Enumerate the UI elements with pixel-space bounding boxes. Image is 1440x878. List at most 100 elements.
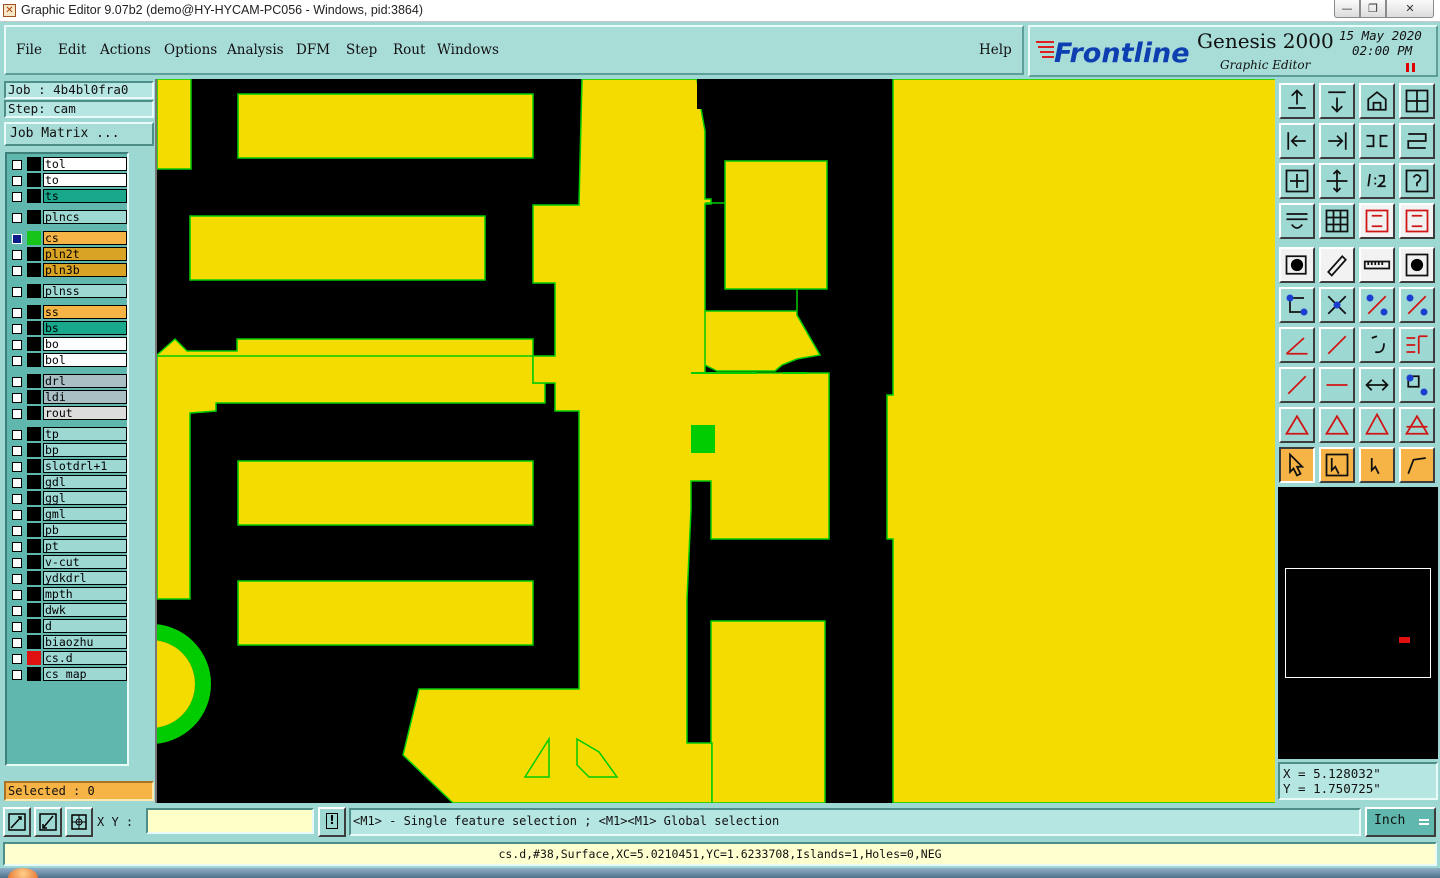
tools-button[interactable] bbox=[1279, 203, 1315, 239]
message-button[interactable]: ! bbox=[318, 807, 346, 837]
layer-color-swatch[interactable] bbox=[27, 427, 41, 441]
layer-color-swatch[interactable] bbox=[27, 189, 41, 203]
layer-visibility-checkbox[interactable] bbox=[12, 308, 22, 318]
swap-button[interactable] bbox=[1399, 123, 1435, 159]
layer-color-swatch[interactable] bbox=[27, 353, 41, 367]
grid-toggle-button[interactable] bbox=[65, 807, 93, 837]
layer-name[interactable]: ydkdrl bbox=[43, 571, 127, 585]
layer-row[interactable]: tol bbox=[9, 157, 127, 172]
layer-color-swatch[interactable] bbox=[27, 491, 41, 505]
layer-row[interactable]: cs.d bbox=[9, 651, 127, 666]
layer-name[interactable]: plncs bbox=[43, 210, 127, 224]
layer-row[interactable]: ldi bbox=[9, 390, 127, 405]
layer-name[interactable]: ldi bbox=[43, 390, 127, 404]
layer-name[interactable]: dwk bbox=[43, 603, 127, 617]
layer-color-swatch[interactable] bbox=[27, 321, 41, 335]
minimize-button[interactable]: — bbox=[1334, 0, 1360, 18]
layer-color-swatch[interactable] bbox=[27, 443, 41, 457]
layer-name[interactable]: gml bbox=[43, 507, 127, 521]
zoom-in-right-button[interactable] bbox=[1319, 123, 1355, 159]
angle-button[interactable] bbox=[1279, 327, 1315, 363]
layer-color-swatch[interactable] bbox=[27, 305, 41, 319]
layer-name[interactable]: slotdrl+1 bbox=[43, 459, 127, 473]
layer-name[interactable]: pt bbox=[43, 539, 127, 553]
units-selector[interactable]: Inch bbox=[1365, 807, 1436, 837]
layer-visibility-checkbox[interactable] bbox=[12, 638, 22, 648]
layer-name[interactable]: pln3b bbox=[43, 263, 127, 277]
layer-row[interactable]: cs bbox=[9, 231, 127, 246]
menu-actions[interactable]: Actions bbox=[100, 42, 151, 58]
layer-name[interactable]: cs_map bbox=[43, 667, 127, 681]
layer-name[interactable]: bs bbox=[43, 321, 127, 335]
layer-visibility-checkbox[interactable] bbox=[12, 250, 22, 260]
layer-visibility-checkbox[interactable] bbox=[12, 176, 22, 186]
zoom-fit-button[interactable] bbox=[3, 807, 31, 837]
layer-row[interactable]: rout bbox=[9, 406, 127, 421]
menu-dfm[interactable]: DFM bbox=[296, 42, 330, 58]
pointer-button[interactable] bbox=[1279, 447, 1315, 483]
layer-visibility-checkbox[interactable] bbox=[12, 478, 22, 488]
layer-row[interactable]: bo bbox=[9, 337, 127, 352]
menu-windows[interactable]: Windows bbox=[437, 42, 499, 58]
layer-color-swatch[interactable] bbox=[27, 247, 41, 261]
layer-name[interactable]: mpth bbox=[43, 587, 127, 601]
menu-options[interactable]: Options bbox=[164, 42, 217, 58]
layer-name[interactable]: bo bbox=[43, 337, 127, 351]
layer-visibility-checkbox[interactable] bbox=[12, 446, 22, 456]
start-orb[interactable] bbox=[8, 868, 38, 878]
layer-row[interactable]: slotdrl+1 bbox=[9, 459, 127, 474]
tri4-button[interactable] bbox=[1399, 407, 1435, 443]
layer-row[interactable]: ydkdrl bbox=[9, 571, 127, 586]
maximize-button[interactable]: ❐ bbox=[1360, 0, 1386, 18]
dot-button[interactable] bbox=[1399, 247, 1435, 283]
zoom-in-left-button[interactable] bbox=[1279, 123, 1315, 159]
overview-map[interactable] bbox=[1278, 487, 1438, 759]
line-node2-button[interactable] bbox=[1399, 287, 1435, 323]
menu-edit[interactable]: Edit bbox=[58, 42, 86, 58]
layer-visibility-checkbox[interactable] bbox=[12, 590, 22, 600]
close-button[interactable]: ✕ bbox=[1386, 0, 1434, 18]
cross-button[interactable] bbox=[1319, 287, 1355, 323]
shapes-button[interactable] bbox=[1399, 367, 1435, 403]
layer-visibility-checkbox[interactable] bbox=[12, 670, 22, 680]
layer-name[interactable]: tol bbox=[43, 157, 127, 171]
menu-analysis[interactable]: Analysis bbox=[227, 42, 284, 58]
layer-color-swatch[interactable] bbox=[27, 390, 41, 404]
layer-color-swatch[interactable] bbox=[27, 210, 41, 224]
layer-red2-button[interactable] bbox=[1399, 203, 1435, 239]
layer-row[interactable]: gdl bbox=[9, 475, 127, 490]
layer-visibility-checkbox[interactable] bbox=[12, 526, 22, 536]
layer-row[interactable]: drl bbox=[9, 374, 127, 389]
layer-name[interactable]: pln2t bbox=[43, 247, 127, 261]
layer-row[interactable]: plncs bbox=[9, 210, 127, 225]
layer-visibility-checkbox[interactable] bbox=[12, 356, 22, 366]
align-button[interactable] bbox=[1399, 327, 1435, 363]
layer-row[interactable]: bs bbox=[9, 321, 127, 336]
layer-visibility-checkbox[interactable] bbox=[12, 606, 22, 616]
layer-name[interactable]: tp bbox=[43, 427, 127, 441]
layer-row[interactable]: pt bbox=[9, 539, 127, 554]
layer-name[interactable]: cs bbox=[43, 231, 127, 245]
layer-visibility-checkbox[interactable] bbox=[12, 213, 22, 223]
layer-row[interactable]: gml bbox=[9, 507, 127, 522]
layer-color-swatch[interactable] bbox=[27, 459, 41, 473]
job-matrix-button[interactable]: Job Matrix ... bbox=[4, 122, 154, 146]
layer-row[interactable]: ggl bbox=[9, 491, 127, 506]
pause-icon[interactable] bbox=[1406, 63, 1416, 72]
tri3-button[interactable] bbox=[1359, 407, 1395, 443]
pointer-box-button[interactable] bbox=[1319, 447, 1355, 483]
layer-name[interactable]: ggl bbox=[43, 491, 127, 505]
zoom-home-button[interactable] bbox=[1279, 83, 1315, 119]
layer-row[interactable]: pb bbox=[9, 523, 127, 538]
rotate-button[interactable] bbox=[1359, 327, 1395, 363]
pointer-path-button[interactable] bbox=[1399, 447, 1435, 483]
layer-row[interactable]: to bbox=[9, 173, 127, 188]
pad-move-button[interactable] bbox=[1279, 367, 1315, 403]
layer-row[interactable]: dwk bbox=[9, 603, 127, 618]
layer-color-swatch[interactable] bbox=[27, 337, 41, 351]
layer-name[interactable]: ss bbox=[43, 305, 127, 319]
layer-name[interactable]: v-cut bbox=[43, 555, 127, 569]
layer-name[interactable]: bol bbox=[43, 353, 127, 367]
cut-button[interactable] bbox=[1319, 367, 1355, 403]
layer-visibility-checkbox[interactable] bbox=[12, 510, 22, 520]
